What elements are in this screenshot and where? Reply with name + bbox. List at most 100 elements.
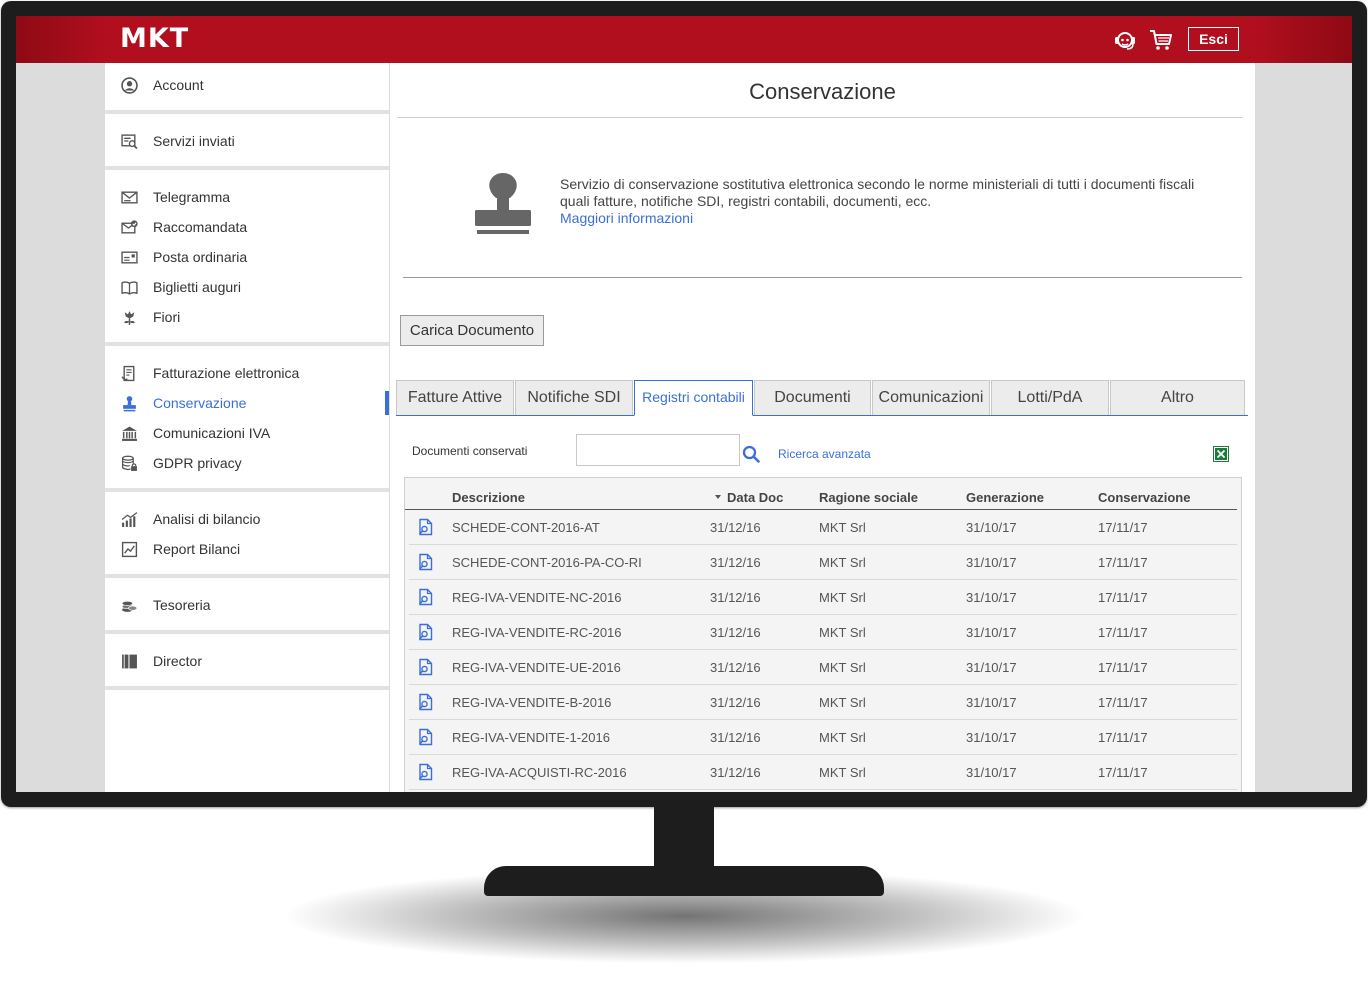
document-search-icon[interactable] <box>417 658 435 676</box>
document-search-icon[interactable] <box>417 693 435 711</box>
document-search-icon[interactable] <box>417 518 435 536</box>
column-header-ragione-sociale[interactable]: Ragione sociale <box>819 490 918 505</box>
sidebar-group-fiscal: Fatturazione elettronica Conservazione C… <box>105 346 389 492</box>
cell-ragione-sociale: MKT Srl <box>819 520 866 535</box>
column-header-data-doc[interactable]: Data Doc <box>727 490 783 505</box>
telegram-mail-icon <box>121 190 138 204</box>
cell-descrizione: REG-IVA-VENDITE-1-2016 <box>452 730 610 745</box>
sidebar-item-director[interactable]: Director <box>105 646 389 676</box>
cell-generazione: 31/10/17 <box>966 695 1017 710</box>
tab-lotti-pda[interactable]: Lotti/PdA <box>991 380 1109 415</box>
support-headset-icon[interactable] <box>1113 28 1137 52</box>
sidebar-item-label: Biglietti auguri <box>153 279 241 295</box>
cell-data-doc: 31/12/16 <box>710 765 761 780</box>
sidebar-item-conservazione[interactable]: Conservazione <box>105 388 389 418</box>
cell-ragione-sociale: MKT Srl <box>819 730 866 745</box>
coins-icon <box>121 600 138 612</box>
sidebar-group-treasury: Tesoreria <box>105 578 389 634</box>
column-header-descrizione[interactable]: Descrizione <box>452 490 525 505</box>
sidebar-item-fiori[interactable]: Fiori <box>105 302 389 332</box>
sidebar-item-comunicazioni-iva[interactable]: Comunicazioni IVA <box>105 418 389 448</box>
sidebar-group-mail: Telegramma Raccomandata Posta ordinaria <box>105 170 389 346</box>
document-search-icon[interactable] <box>417 763 435 781</box>
app-logo[interactable]: MKT <box>120 23 189 54</box>
cell-descrizione: SCHEDE-CONT-2016-AT <box>452 520 600 535</box>
document-search-icon[interactable] <box>417 553 435 571</box>
sidebar-item-tesoreria[interactable]: Tesoreria <box>105 590 389 620</box>
cell-ragione-sociale: MKT Srl <box>819 590 866 605</box>
sidebar-item-report-bilanci[interactable]: Report Bilanci <box>105 534 389 564</box>
table-row[interactable]: REG-IVA-VENDITE-RC-2016 31/12/16 MKT Srl 31… <box>409 615 1237 650</box>
database-lock-icon <box>121 455 137 471</box>
table-row[interactable]: REG-IVA-VENDITE-NC-2016 31/12/16 MKT Srl 31… <box>409 580 1237 615</box>
advanced-search-link[interactable]: Ricerca avanzata <box>778 447 871 461</box>
cell-descrizione: REG-IVA-VENDITE-RC-2016 <box>452 625 622 640</box>
greeting-card-icon <box>121 280 138 295</box>
upload-document-button[interactable]: Carica Documento <box>400 315 544 346</box>
monitor-stand-base <box>484 866 884 896</box>
sidebar-item-label: Analisi di bilancio <box>153 511 261 527</box>
document-search-icon[interactable] <box>417 588 435 606</box>
tab-altro[interactable]: Altro <box>1110 380 1245 415</box>
column-header-conservazione[interactable]: Conservazione <box>1098 490 1190 505</box>
cell-generazione: 31/10/17 <box>966 730 1017 745</box>
table-row[interactable]: REG-IVA-VENDITE-1-2016 31/12/16 MKT Srl 31/… <box>409 720 1237 755</box>
report-chart-icon <box>121 541 138 557</box>
sidebar-item-account[interactable]: Account <box>105 70 389 100</box>
table-row[interactable]: SCHEDE-CONT-2016-AT 31/12/16 MKT Srl 31/10/… <box>409 510 1237 545</box>
sidebar-group-account: Account <box>105 63 389 114</box>
cart-icon[interactable] <box>1149 28 1173 52</box>
search-input[interactable] <box>576 434 740 466</box>
excel-export-icon[interactable] <box>1213 446 1229 462</box>
sidebar-group-director: Director <box>105 634 389 690</box>
sidebar-item-fatturazione-elettronica[interactable]: Fatturazione elettronica <box>105 358 389 388</box>
sidebar-group-services: Servizi inviati <box>105 114 389 170</box>
tab-documenti[interactable]: Documenti <box>754 380 871 415</box>
cell-conservazione: 17/11/17 <box>1098 625 1148 640</box>
tab-notifiche-sdi[interactable]: Notifiche SDI <box>515 380 633 415</box>
table-row[interactable]: REG-IVA-ACQUISTI-RC-2016 31/12/16 MKT Srl 3… <box>409 755 1237 790</box>
cell-generazione: 31/10/17 <box>966 660 1017 675</box>
sidebar-item-posta-ordinaria[interactable]: Posta ordinaria <box>105 242 389 272</box>
sidebar-item-gdpr-privacy[interactable]: GDPR privacy <box>105 448 389 478</box>
screen: MKT Esci Account Servizi inviati Telegra… <box>16 16 1352 792</box>
cell-generazione: 31/10/17 <box>966 520 1017 535</box>
sidebar-item-label: GDPR privacy <box>153 455 242 471</box>
cell-descrizione: REG-IVA-VENDITE-UE-2016 <box>452 660 621 675</box>
flower-icon <box>124 310 135 325</box>
stamp-icon <box>475 173 531 234</box>
sidebar-item-label: Comunicazioni IVA <box>153 425 271 441</box>
sidebar-item-label: Conservazione <box>153 395 247 411</box>
sidebar-item-label: Raccomandata <box>153 219 248 235</box>
tab-fatture-attive[interactable]: Fatture Attive <box>396 380 514 415</box>
column-header-generazione[interactable]: Generazione <box>966 490 1044 505</box>
search-icon[interactable] <box>742 445 760 463</box>
bank-icon <box>122 426 137 441</box>
cell-conservazione: 17/11/17 <box>1098 590 1148 605</box>
cell-conservazione: 17/11/17 <box>1098 730 1148 745</box>
sidebar-item-servizi-inviati[interactable]: Servizi inviati <box>105 126 389 156</box>
sidebar-item-telegramma[interactable]: Telegramma <box>105 182 389 212</box>
sidebar-item-analisi-di-bilancio[interactable]: Analisi di bilancio <box>105 504 389 534</box>
table-header: Descrizione Data Doc Ragione sociale Gen… <box>405 478 1237 510</box>
document-search-icon[interactable] <box>417 728 435 746</box>
document-tabs: Fatture Attive Notifiche SDI Registri co… <box>396 380 1248 416</box>
tab-registri-contabili[interactable]: Registri contabili <box>634 380 753 416</box>
cell-data-doc: 31/12/16 <box>710 730 761 745</box>
sidebar-item-label: Posta ordinaria <box>153 249 248 265</box>
table-row[interactable]: REG-IVA-VENDITE-B-2016 31/12/16 MKT Srl 31/… <box>409 685 1237 720</box>
document-search-icon[interactable] <box>417 623 435 641</box>
table-row[interactable]: REG-IVA-VENDITE-UE-2016 31/12/16 MKT Srl 31… <box>409 650 1237 685</box>
more-info-link[interactable]: Maggiori informazioni <box>560 210 693 226</box>
active-indicator <box>385 391 389 415</box>
sidebar-item-label: Telegramma <box>153 189 231 205</box>
logout-button[interactable]: Esci <box>1188 27 1239 51</box>
sidebar-item-raccomandata[interactable]: Raccomandata <box>105 212 389 242</box>
sort-desc-icon <box>715 495 721 499</box>
table-row[interactable]: SCHEDE-CONT-2016-PA-CO-RI 31/12/16 MKT Srl… <box>409 545 1237 580</box>
cell-generazione: 31/10/17 <box>966 625 1017 640</box>
cell-generazione: 31/10/17 <box>966 555 1017 570</box>
tab-comunicazioni[interactable]: Comunicazioni <box>872 380 990 415</box>
cell-descrizione: REG-IVA-VENDITE-B-2016 <box>452 695 612 710</box>
sidebar-item-biglietti-auguri[interactable]: Biglietti auguri <box>105 272 389 302</box>
